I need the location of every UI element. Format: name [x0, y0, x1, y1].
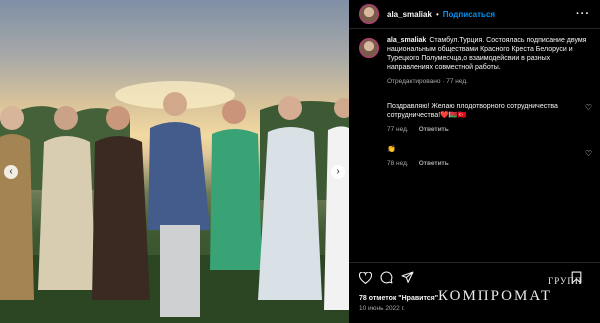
post-photo: ‹ › — [0, 0, 349, 323]
reply-button[interactable]: Ответить — [419, 160, 449, 167]
avatar[interactable] — [359, 38, 379, 58]
comment-item: 👏 78 нед. Ответить — [387, 145, 587, 168]
comment-time: 78 нед. — [387, 160, 409, 167]
post-panel: ala_smaliak • Подписаться ··· ala_smalia… — [349, 0, 600, 323]
follow-button[interactable]: Подписаться — [443, 10, 495, 19]
comment-item: Поздравляю! Желаю плодотворного сотрудни… — [387, 102, 587, 134]
more-options-icon[interactable]: ··· — [576, 8, 590, 20]
post-date: 10 июнь 2022 г. — [359, 305, 405, 312]
post-caption: ala_smaliak Стамбул.Турция. Состоялась по… — [359, 36, 592, 86]
comment-text: Поздравляю! Желаю плодотворного сотрудни… — [387, 103, 558, 119]
group-photo-illustration — [0, 81, 349, 323]
username[interactable]: ala_smaliak — [387, 10, 432, 19]
share-icon[interactable] — [401, 271, 414, 289]
watermark: КОМПРОМАТ ГРУПП — [438, 276, 581, 305]
heart-icon[interactable] — [358, 271, 373, 289]
chevron-left-icon[interactable]: ‹ — [4, 165, 18, 179]
post-header: ala_smaliak • Подписаться ··· — [349, 0, 600, 29]
comment-time: 77 нед. — [387, 126, 409, 133]
watermark-main: КОМПРОМАТ — [438, 288, 553, 304]
avatar[interactable] — [359, 4, 379, 24]
watermark-top: ГРУПП — [548, 276, 583, 286]
comment-like-icon[interactable]: ♡ — [585, 103, 592, 112]
caption-meta: Отредактировано · 77 нед. — [387, 78, 468, 85]
comment-like-icon[interactable]: ♡ — [585, 149, 592, 158]
separator-dot: • — [435, 9, 439, 19]
comment-icon[interactable] — [380, 271, 393, 289]
reply-button[interactable]: Ответить — [419, 126, 449, 133]
comment-text: 👏 — [387, 146, 396, 153]
caption-username[interactable]: ala_smaliak — [387, 37, 426, 44]
chevron-right-icon[interactable]: › — [331, 165, 345, 179]
